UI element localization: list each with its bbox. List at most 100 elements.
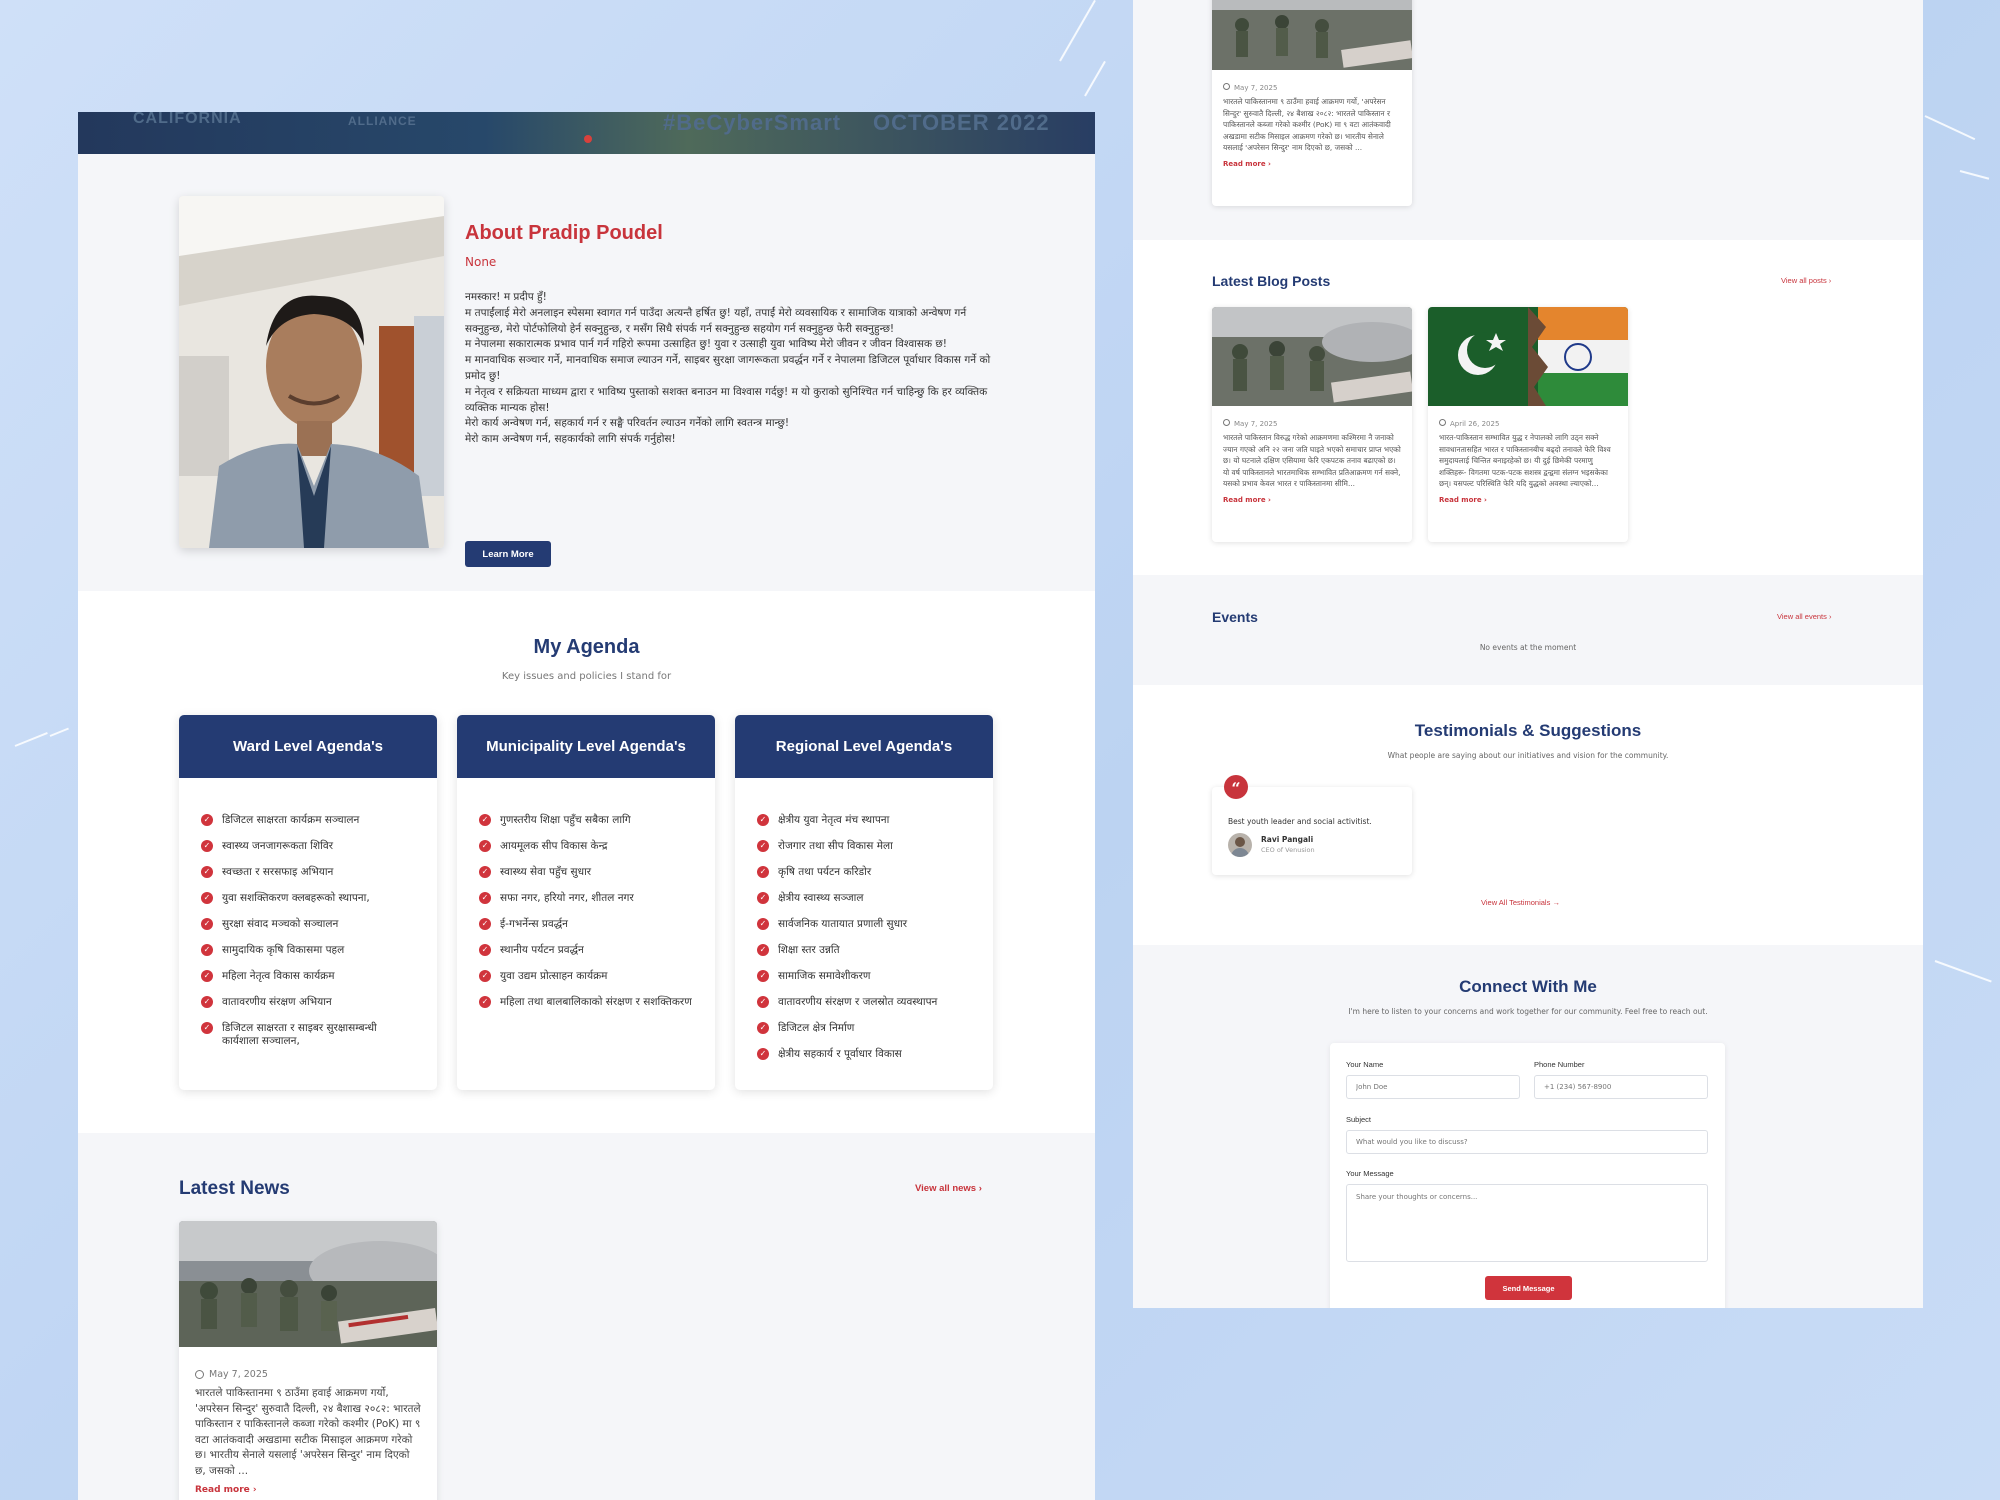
check-icon: ✓ — [201, 814, 213, 826]
agenda-item: ✓ डिजिटल क्षेत्र निर्माण — [757, 1022, 971, 1035]
agenda-subtitle: Key issues and policies I stand for — [501, 671, 672, 682]
news-excerpt: भारतले पाकिस्तानमा ९ ठाउँमा हवाई आक्रमण … — [195, 1387, 421, 1477]
agenda-item: ✓ सामाजिक समावेशीकरण — [757, 970, 971, 983]
hero-text: OCTOBER 2022 — [873, 112, 1050, 135]
clock-icon — [1223, 419, 1230, 426]
agenda-item: ✓ वातावरणीय संरक्षण र जलस्रोत व्यवस्थापन — [757, 996, 971, 1009]
decor-line — [1059, 0, 1096, 62]
events-section: Events View all events › No events at th… — [1133, 575, 1923, 685]
check-icon: ✓ — [757, 970, 769, 982]
about-subtitle: None — [465, 255, 497, 269]
name-input[interactable] — [1346, 1075, 1520, 1099]
testimonial-card: “ Best youth leader and social activitis… — [1212, 775, 1412, 875]
check-icon: ✓ — [201, 1022, 213, 1034]
view-all-events-link[interactable]: View all events › — [1777, 612, 1831, 621]
agenda-item: ✓ सार्वजनिक यातायात प्रणाली सुधार — [757, 918, 971, 931]
hero-text: CALIFORNIA — [133, 112, 242, 127]
check-icon: ✓ — [479, 996, 491, 1008]
subject-input[interactable] — [1346, 1130, 1708, 1154]
blog-excerpt: भारतले पाकिस्तान विरुद्ध गरेको आक्रमणमा … — [1223, 433, 1401, 488]
agenda-item: ✓ स्वास्थ्य जनजागरूकता शिविर — [201, 840, 415, 853]
testimonials-subtitle: What people are saying about our initiat… — [1387, 751, 1669, 760]
agenda-item: ✓ कृषि तथा पर्यटन करिडोर — [757, 866, 971, 879]
about-bio: नमस्कार! म प्रदीप हुँ! म तपाईंलाई मेरो अ… — [465, 290, 995, 448]
blog-image — [1428, 307, 1628, 406]
phone-input[interactable] — [1534, 1075, 1708, 1099]
check-icon: ✓ — [201, 840, 213, 852]
check-icon: ✓ — [757, 1048, 769, 1060]
about-title: About Pradip Poudel — [465, 222, 663, 244]
bio-paragraph: म तपाईंलाई मेरो अनलाइन स्पेसमा स्वागत गर… — [465, 306, 967, 335]
agenda-item: ✓ स्वच्छता र सरसफाइ अभियान — [201, 866, 415, 879]
agenda-item: ✓ सामुदायिक कृषि विकासमा पहल — [201, 944, 415, 957]
news-image — [1212, 0, 1412, 70]
events-title: Events — [1212, 609, 1258, 625]
hero-banner: CALIFORNIA ALLIANCE #BeCyberSmart OCTOBE… — [78, 112, 1095, 154]
agenda-list: ✓ डिजिटल साक्षरता कार्यक्रम सञ्चालन ✓ स्वा… — [179, 778, 437, 1048]
avatar — [1228, 833, 1252, 857]
phone-label: Phone Number — [1534, 1060, 1585, 1069]
connect-title: Connect With Me — [1459, 977, 1597, 996]
homepage-mockup-left: CALIFORNIA ALLIANCE #BeCyberSmart OCTOBE… — [78, 112, 1095, 1500]
events-empty-message: No events at the moment — [1479, 643, 1577, 652]
view-all-posts-link[interactable]: View all posts › — [1781, 276, 1831, 285]
check-icon: ✓ — [201, 918, 213, 930]
hero-text: #BeCyberSmart — [663, 112, 842, 135]
decor-line — [1934, 960, 1992, 983]
agenda-item: ✓ वातावरणीय संरक्षण अभियान — [201, 996, 415, 1009]
blog-card[interactable]: April 26, 2025 भारत-पाकिस्तान सम्भावित य… — [1428, 307, 1628, 542]
quote-icon: “ — [1224, 775, 1248, 799]
blog-card[interactable]: May 7, 2025 भारतले पाकिस्तान विरुद्ध गरे… — [1212, 307, 1412, 542]
agenda-item: ✓ सुरक्षा संवाद मञ्चको सञ्चालन — [201, 918, 415, 931]
check-icon: ✓ — [479, 892, 491, 904]
check-icon: ✓ — [757, 996, 769, 1008]
send-message-button[interactable]: Send Message — [1485, 1276, 1572, 1300]
check-icon: ✓ — [757, 892, 769, 904]
profile-photo — [179, 196, 444, 548]
news-title: Latest News — [179, 1178, 290, 1199]
read-more-link[interactable]: Read more › — [1428, 490, 1628, 510]
learn-more-button[interactable]: Learn More — [465, 541, 551, 567]
subject-label: Subject — [1346, 1115, 1372, 1124]
testimonials-title: Testimonials & Suggestions — [1414, 721, 1642, 740]
blog-title: Latest Blog Posts — [1212, 273, 1331, 289]
check-icon: ✓ — [479, 840, 491, 852]
bio-paragraph: मेरो कार्य अन्वेषण गर्न, सहकार्य गर्न र … — [465, 417, 790, 430]
agenda-item: ✓ क्षेत्रीय स्वास्थ्य सञ्जाल — [757, 892, 971, 905]
decor-line — [1084, 60, 1106, 97]
check-icon: ✓ — [201, 996, 213, 1008]
agenda-card-title: Municipality Level Agenda's — [457, 715, 715, 778]
blog-date: April 26, 2025 — [1428, 410, 1628, 428]
read-more-link[interactable]: Read more › — [1212, 154, 1412, 174]
news-card[interactable]: May 7, 2025 भारतले पाकिस्तानमा ९ ठाउँमा … — [179, 1221, 437, 1500]
connect-section: Connect With Me I'm here to listen to yo… — [1133, 945, 1923, 1308]
decor-line — [1959, 170, 1990, 180]
clock-icon — [1439, 419, 1446, 426]
latest-news-section: Latest News View all news › May 7, 2025 … — [78, 1133, 1095, 1500]
news-image — [179, 1221, 437, 1347]
check-icon: ✓ — [757, 1022, 769, 1034]
agenda-card-regional: Regional Level Agenda's ✓ क्षेत्रीय युवा … — [735, 715, 993, 1090]
news-section-continued: May 7, 2025 भारतले पाकिस्तानमा ९ ठाउँमा … — [1133, 0, 1923, 240]
carousel-indicator[interactable] — [584, 135, 592, 143]
bio-paragraph: म नेतृत्व र सक्रियता माध्यम द्वारा र भाव… — [465, 385, 988, 414]
read-more-link[interactable]: Read more › — [179, 1479, 437, 1500]
view-all-news-link[interactable]: View all news › — [915, 1183, 982, 1194]
agenda-item: ✓ स्थानीय पर्यटन प्रवर्द्धन — [479, 944, 693, 957]
agenda-item: ✓ रोजगार तथा सीप विकास मेला — [757, 840, 971, 853]
agenda-item: ✓ शिक्षा स्तर उन्नति — [757, 944, 971, 957]
news-card[interactable]: May 7, 2025 भारतले पाकिस्तानमा ९ ठाउँमा … — [1212, 0, 1412, 206]
testimonial-role: CEO of Venusion — [1261, 846, 1315, 854]
view-all-testimonials-link[interactable]: View All Testimonials → — [1481, 898, 1560, 907]
agenda-card-ward: Ward Level Agenda's ✓ डिजिटल साक्षरता कार… — [179, 715, 437, 1090]
message-textarea[interactable] — [1346, 1184, 1708, 1262]
agenda-item: ✓ आयमूलक सीप विकास केन्द्र — [479, 840, 693, 853]
name-label: Your Name — [1346, 1060, 1384, 1069]
news-excerpt: भारतले पाकिस्तानमा ९ ठाउँमा हवाई आक्रमण … — [1223, 97, 1391, 152]
agenda-item: ✓ महिला नेतृत्व विकास कार्यक्रम — [201, 970, 415, 983]
read-more-link[interactable]: Read more › — [1212, 490, 1412, 510]
check-icon: ✓ — [201, 892, 213, 904]
bio-paragraph: म मानवाधिक सञ्चार गर्ने, मानवाधिक समाज ल… — [465, 354, 991, 382]
testimonial-name: Ravi Pangali — [1261, 835, 1314, 844]
check-icon: ✓ — [201, 866, 213, 878]
